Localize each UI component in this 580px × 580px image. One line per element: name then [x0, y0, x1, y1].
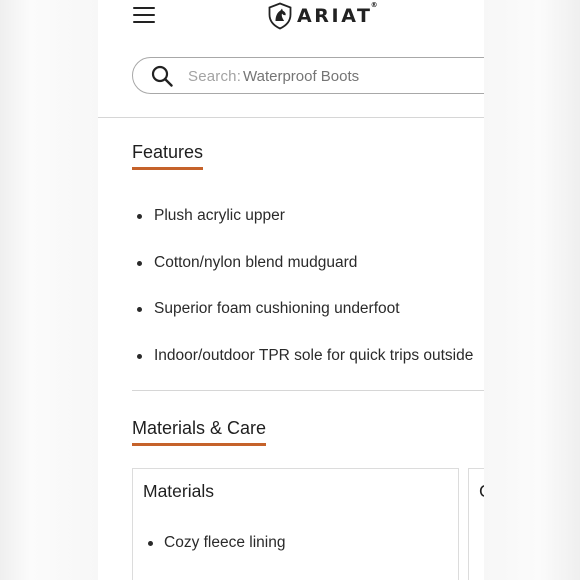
search-icon[interactable] — [151, 65, 173, 87]
brand-name: ARIAT® — [297, 1, 381, 27]
materials-card: Materials Cozy fleece lining — [132, 468, 459, 580]
feature-item: Cotton/nylon blend mudguard — [132, 240, 473, 287]
feature-item: Indoor/outdoor TPR sole for quick trips … — [132, 333, 473, 380]
header-divider — [98, 117, 484, 118]
care-card-title: C — [479, 481, 484, 502]
section-divider — [132, 390, 484, 391]
brand-logo[interactable]: ARIAT® — [266, 1, 381, 30]
site-header: ARIAT® — [98, 0, 484, 40]
product-page: ARIAT® Search: Features Plush acrylic up… — [98, 0, 484, 580]
care-card: C — [468, 468, 484, 580]
material-item: Cozy fleece lining — [143, 529, 285, 557]
hamburger-menu-icon[interactable] — [133, 6, 155, 24]
materials-list: Cozy fleece lining — [143, 529, 285, 557]
materials-care-heading[interactable]: Materials & Care — [132, 418, 267, 446]
search-input[interactable] — [243, 68, 484, 85]
search-bar[interactable]: Search: — [132, 57, 484, 94]
feature-item: Plush acrylic upper — [132, 193, 473, 240]
features-list: Plush acrylic upper Cotton/nylon blend m… — [132, 193, 473, 379]
materials-card-title: Materials — [143, 481, 214, 501]
feature-item: Superior foam cushioning underfoot — [132, 286, 473, 333]
horse-emblem-icon — [268, 2, 292, 30]
search-label: Search: — [188, 68, 242, 85]
features-heading[interactable]: Features — [132, 142, 204, 170]
